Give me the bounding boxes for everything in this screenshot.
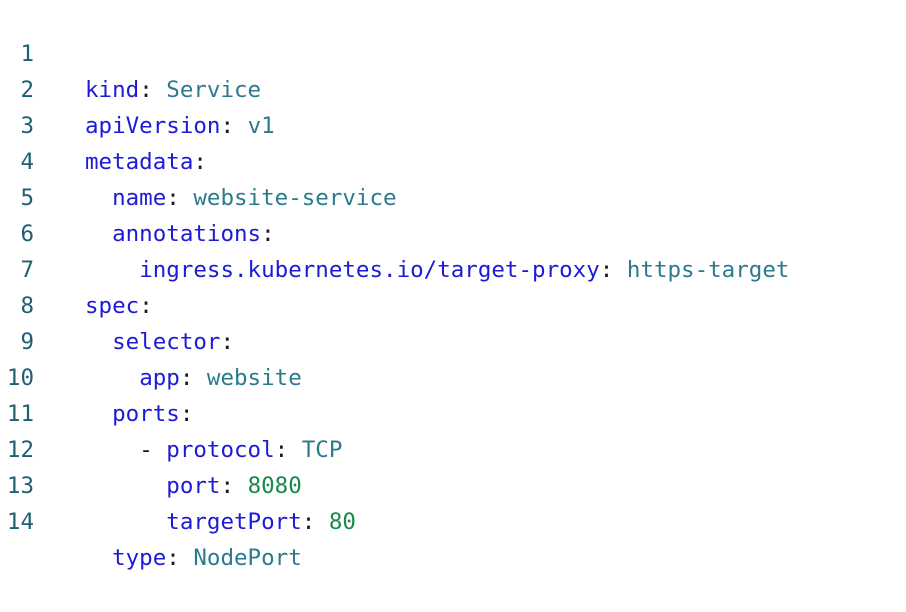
yaml-value: 80 (315, 509, 356, 535)
code-line: 10 ports: (0, 324, 906, 427)
code-line: 1 kind: Service (0, 0, 906, 103)
code-content: type: NodePort (85, 540, 302, 576)
yaml-value-text: 80 (328, 509, 356, 535)
code-line: 3 metadata: (0, 72, 906, 175)
yaml-value: NodePort (180, 545, 302, 571)
code-line: 9 app: website (0, 288, 906, 391)
yaml-key: type (112, 545, 167, 571)
yaml-colon: : (166, 545, 180, 571)
yaml-colon: : (301, 509, 316, 535)
line-number: 14 (6, 509, 34, 535)
code-line: 2 apiVersion: v1 (0, 36, 906, 139)
code-line: 7 spec: (0, 216, 906, 319)
code-content: targetPort: 80 (85, 504, 356, 540)
code-line: 4 name: website-service (0, 108, 906, 211)
code-line: 5 annotations: (0, 144, 906, 247)
code-line: 11 - protocol: TCP (0, 360, 906, 463)
code-line: 6 ingress.kubernetes.io/target-proxy: ht… (0, 180, 906, 283)
code-line: 8 selector: (0, 252, 906, 355)
yaml-value-text: NodePort (193, 545, 302, 571)
code-line: 12 port: 8080 (0, 396, 906, 499)
code-line: 13 targetPort: 80 (0, 432, 906, 535)
yaml-key: targetPort (166, 509, 302, 535)
code-line: 14 type: NodePort (0, 468, 906, 571)
code-editor: 1 kind: Service 2 apiVersion: v1 3 metad… (0, 0, 906, 571)
